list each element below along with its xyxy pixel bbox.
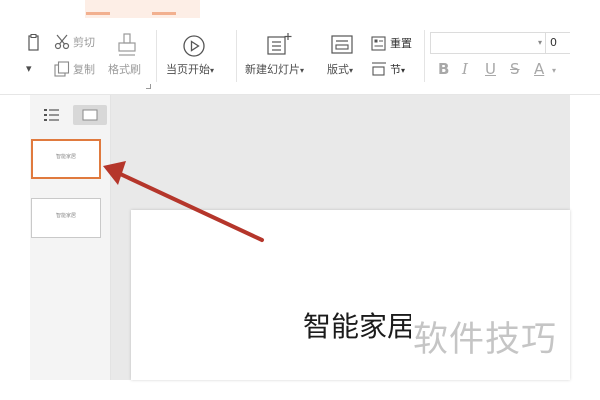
watermark-text: 软件技巧	[413, 320, 558, 360]
